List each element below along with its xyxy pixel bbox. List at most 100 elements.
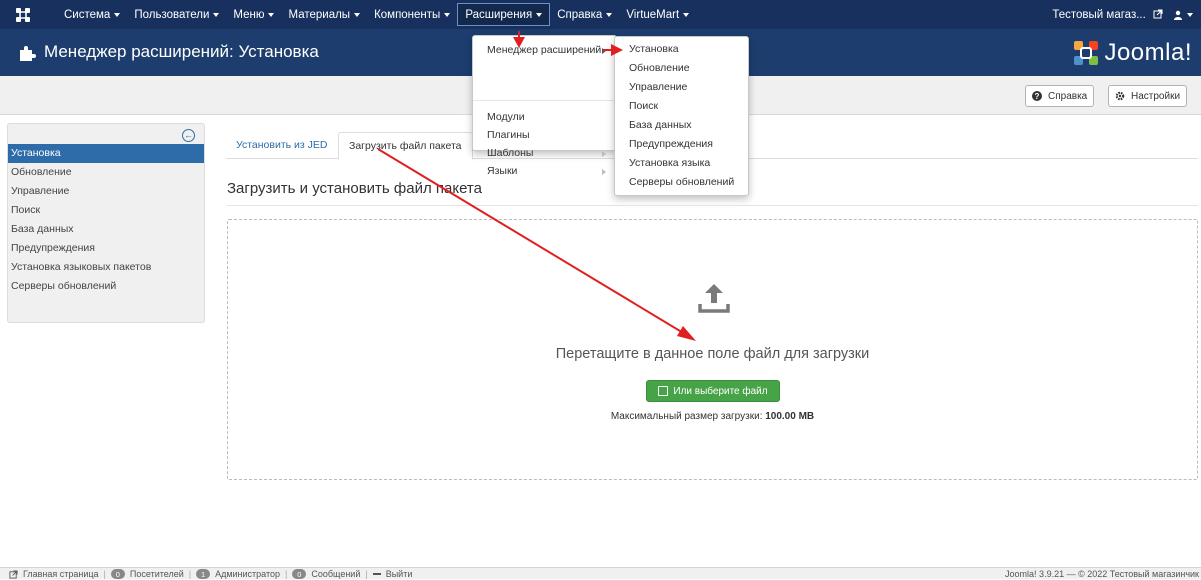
- sidebar-collapse-icon[interactable]: ←: [182, 129, 195, 142]
- sidebar-item-update-sites[interactable]: Серверы обновлений: [8, 277, 204, 296]
- footer-separator: |: [188, 569, 192, 579]
- chevron-down-icon: [536, 12, 543, 17]
- page-title: Менеджер расширений: Установка: [44, 42, 319, 61]
- submenu-item-update[interactable]: Обновление: [615, 59, 748, 77]
- section-title: Загрузить и установить файл пакета: [227, 180, 482, 197]
- menu-item-extension-manager-label: Менеджер расширений: [487, 44, 602, 56]
- file-icon: [658, 386, 669, 396]
- sidebar-item-manage[interactable]: Управление: [8, 182, 204, 201]
- submenu-item-manage[interactable]: Управление: [615, 78, 748, 96]
- submenu-item-install-languages[interactable]: Установка языка: [615, 154, 748, 172]
- footer-home-link[interactable]: Главная страница: [23, 569, 99, 579]
- drop-instruction: Перетащите в данное поле файл для загруз…: [555, 346, 870, 362]
- chevron-right-icon: [602, 169, 606, 175]
- footer-visitors[interactable]: Посетителей: [130, 569, 184, 579]
- menu-users-label: Пользователи: [134, 8, 210, 21]
- footer-separator: |: [285, 569, 288, 579]
- menu-item-extension-manager[interactable]: Менеджер расширений: [473, 41, 616, 59]
- sidebar: ← Установка Обновление Управление Поиск …: [7, 123, 205, 323]
- menu-item-languages[interactable]: Языки: [473, 162, 616, 180]
- sidebar-item-database[interactable]: База данных: [8, 220, 204, 239]
- help-button[interactable]: ? Справка: [1025, 85, 1095, 107]
- menu-system-label: Система: [64, 8, 111, 21]
- submenu-item-install[interactable]: Установка: [615, 40, 748, 58]
- footer-messages[interactable]: Сообщений: [311, 569, 360, 579]
- choose-file-button[interactable]: Или выберите файл: [646, 380, 780, 402]
- menu-item-languages-label: Языки: [487, 165, 518, 177]
- sidebar-item-languages[interactable]: Установка языковых пакетов: [8, 258, 204, 277]
- help-button-label: Справка: [1048, 90, 1088, 102]
- site-link[interactable]: Тестовый магаз...: [1052, 9, 1163, 21]
- chevron-down-icon: [268, 12, 275, 17]
- upload-dropzone[interactable]: Перетащите в данное поле файл для загруз…: [227, 219, 1198, 480]
- visitors-badge: 0: [110, 569, 125, 579]
- section-divider: [227, 205, 1198, 206]
- chevron-down-icon: [354, 12, 361, 17]
- footer-logout[interactable]: Выйти: [386, 569, 413, 579]
- menu-menus-label: Меню: [233, 8, 265, 21]
- tab-upload-package[interactable]: Загрузить файл пакета: [338, 132, 473, 160]
- extensions-dropdown: Менеджер расширений Модули Плагины Шабло…: [472, 35, 617, 177]
- user-menu[interactable]: [1173, 10, 1193, 20]
- sidebar-item-update[interactable]: Обновление: [8, 163, 204, 182]
- menu-extensions-label: Расширения: [465, 8, 533, 21]
- joomla-logo-icon: [1074, 41, 1099, 65]
- choose-file-label: Или выберите файл: [673, 385, 768, 397]
- menu-users[interactable]: Пользователи: [127, 3, 226, 26]
- submenu-item-discover[interactable]: Поиск: [615, 97, 748, 115]
- menu-divider: [473, 100, 616, 101]
- user-icon: [1174, 10, 1182, 20]
- footer-separator: |: [365, 569, 368, 579]
- brand-text: Joomla!: [1104, 39, 1192, 66]
- menu-menus[interactable]: Меню: [226, 3, 281, 26]
- menu-item-plugins[interactable]: Плагины: [473, 126, 616, 144]
- status-footer: Главная страница | 0 Посетителей | 1 Адм…: [0, 567, 1201, 579]
- max-upload-size: Максимальный размер загрузки: 100.00 MB: [228, 411, 1197, 422]
- footer-separator: |: [103, 569, 106, 579]
- submenu-item-database[interactable]: База данных: [615, 116, 748, 134]
- chevron-down-icon: [444, 12, 451, 17]
- chevron-right-icon: [602, 48, 606, 54]
- top-navbar: Система Пользователи Меню Материалы Комп…: [0, 0, 1201, 29]
- menu-virtuemart[interactable]: VirtueMart: [619, 3, 696, 26]
- chevron-down-icon: [213, 12, 220, 17]
- admins-badge: 1: [196, 569, 211, 579]
- menu-help[interactable]: Справка: [550, 3, 619, 26]
- menu-help-label: Справка: [557, 8, 603, 21]
- chevron-down-icon: [683, 12, 690, 17]
- max-size-value: 100.00 MB: [765, 411, 815, 422]
- options-button[interactable]: Настройки: [1108, 85, 1188, 107]
- site-name: Тестовый магаз...: [1052, 8, 1146, 21]
- joomla-logo-icon[interactable]: [14, 6, 32, 24]
- extension-manager-submenu: Установка Обновление Управление Поиск Ба…: [614, 36, 749, 196]
- menu-virtuemart-label: VirtueMart: [626, 8, 680, 21]
- sidebar-item-warnings[interactable]: Предупреждения: [8, 239, 204, 258]
- puzzle-icon: [20, 46, 36, 61]
- tab-install-from-jed[interactable]: Установить из JED: [226, 132, 337, 159]
- chevron-down-icon: [114, 12, 121, 17]
- menu-extensions[interactable]: Расширения: [457, 3, 551, 26]
- menu-item-modules[interactable]: Модули: [473, 108, 616, 126]
- menu-components[interactable]: Компоненты: [367, 3, 457, 26]
- menu-system[interactable]: Система: [57, 3, 127, 26]
- footer-admins[interactable]: Администратор: [215, 569, 280, 579]
- sidebar-item-discover[interactable]: Поиск: [8, 201, 204, 220]
- footer-copyright: Joomla! 3.9.21 — © 2022 Тестовый магазин…: [1005, 569, 1199, 579]
- navbar-right: Тестовый магаз...: [1052, 0, 1193, 29]
- main-menu: Система Пользователи Меню Материалы Комп…: [57, 0, 696, 29]
- minus-icon: [372, 573, 381, 575]
- max-size-label: Максимальный размер загрузки:: [610, 411, 763, 422]
- footer-links: Главная страница | 0 Посетителей | 1 Адм…: [9, 568, 412, 580]
- chevron-down-icon: [606, 12, 613, 17]
- submenu-item-warnings[interactable]: Предупреждения: [615, 135, 748, 153]
- menu-item-templates-label: Шаблоны: [487, 147, 534, 159]
- upload-icon: [698, 284, 730, 313]
- sidebar-item-install[interactable]: Установка: [8, 144, 204, 163]
- menu-components-label: Компоненты: [374, 8, 441, 21]
- external-link-icon: [9, 569, 18, 579]
- chevron-right-icon: [602, 151, 606, 157]
- menu-content[interactable]: Материалы: [281, 3, 367, 26]
- gear-icon: [1115, 91, 1125, 101]
- submenu-item-update-sites[interactable]: Серверы обновлений: [615, 173, 748, 191]
- menu-item-templates[interactable]: Шаблоны: [473, 144, 616, 162]
